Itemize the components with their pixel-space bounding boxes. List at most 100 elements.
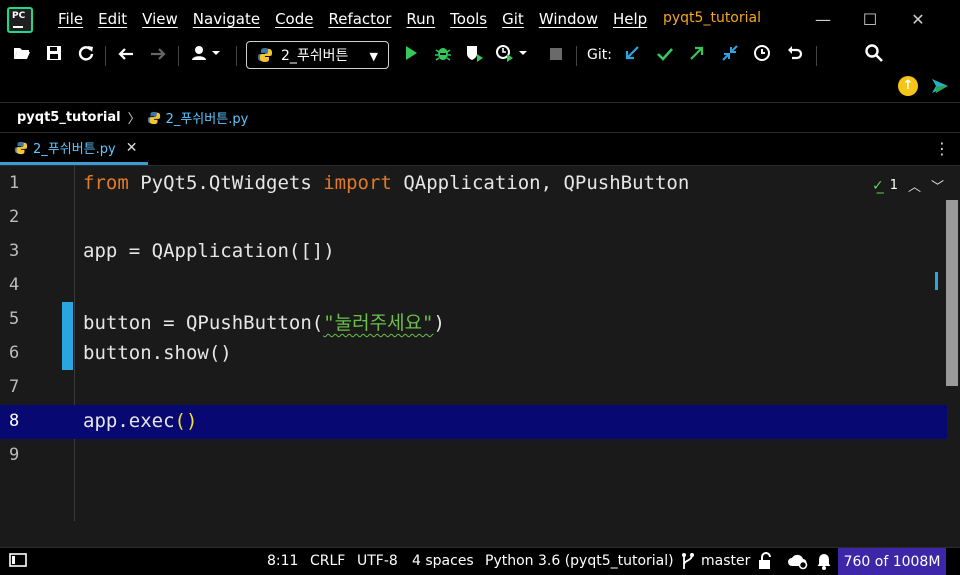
line-number: 1 bbox=[9, 173, 20, 193]
update-icon[interactable]: ↑ bbox=[898, 76, 918, 96]
line-ending[interactable]: CRLF bbox=[310, 553, 345, 569]
vcs-change-marker[interactable] bbox=[62, 302, 73, 370]
open-folder-icon[interactable] bbox=[10, 44, 34, 68]
keyword-from: from bbox=[83, 172, 129, 194]
spellcheck-icon: ✓̲ bbox=[872, 177, 884, 194]
chevron-up-icon[interactable]: ︿ bbox=[908, 176, 921, 195]
history-icon[interactable] bbox=[750, 44, 774, 68]
run-configuration-select[interactable]: 2_푸쉬버튼 ▼ bbox=[246, 41, 389, 69]
run-icon[interactable] bbox=[399, 44, 423, 68]
ai-assistant-icon[interactable] bbox=[930, 76, 950, 96]
inspection-count: 1 bbox=[889, 178, 899, 193]
user-icon[interactable] bbox=[188, 44, 224, 68]
python-interpreter[interactable]: Python 3.6 (pyqt5_tutorial) bbox=[485, 553, 674, 569]
chevron-down-icon[interactable]: ﹀ bbox=[931, 176, 944, 195]
menu-view[interactable]: View bbox=[142, 10, 178, 28]
memory-indicator[interactable]: 760 of 1008M bbox=[838, 548, 946, 575]
indent-setting[interactable]: 4 spaces bbox=[412, 553, 474, 569]
git-push-icon[interactable] bbox=[685, 44, 709, 68]
code-line[interactable]: 6 button.show() bbox=[0, 337, 947, 371]
menu-git[interactable]: Git bbox=[502, 10, 524, 28]
stop-icon bbox=[544, 44, 568, 68]
git-branch-icon bbox=[681, 552, 695, 574]
chevron-down-icon: ▼ bbox=[369, 50, 378, 63]
file-encoding[interactable]: UTF-8 bbox=[357, 553, 398, 569]
code-text: button.show() bbox=[83, 342, 232, 364]
line-number: 5 bbox=[9, 309, 20, 329]
search-icon[interactable] bbox=[862, 44, 886, 68]
title-bar: PC File Edit View Navigate Code Refactor… bbox=[0, 0, 960, 40]
project-title: pyqt5_tutorial bbox=[663, 10, 761, 26]
line-number: 8 bbox=[9, 411, 20, 431]
lock-icon[interactable] bbox=[758, 552, 774, 574]
code-line[interactable]: 7 bbox=[0, 371, 947, 405]
inspection-widget[interactable]: ✓̲ 1 ︿ ﹀ bbox=[872, 176, 944, 196]
git-compare-icon[interactable] bbox=[718, 44, 742, 68]
pycharm-logo-icon[interactable]: PC bbox=[7, 7, 33, 33]
forward-arrow-icon bbox=[146, 44, 170, 68]
code-line[interactable]: 4 bbox=[0, 269, 947, 303]
git-branch[interactable]: master bbox=[701, 553, 750, 569]
current-code-line[interactable]: 8 app.exec() bbox=[0, 405, 947, 439]
git-commit-icon[interactable] bbox=[653, 44, 677, 68]
debug-icon[interactable] bbox=[431, 44, 455, 68]
menu-help[interactable]: Help bbox=[613, 10, 647, 28]
code-line[interactable]: 2 bbox=[0, 201, 947, 235]
code-editor[interactable]: 1 from PyQt5.QtWidgets import QApplicati… bbox=[0, 165, 960, 547]
menu-window[interactable]: Window bbox=[539, 10, 598, 28]
chevron-right-icon: 〉 bbox=[127, 112, 141, 127]
profile-icon[interactable] bbox=[494, 44, 530, 68]
menu-run[interactable]: Run bbox=[406, 10, 435, 28]
code-line[interactable]: 5 button = QPushButton("눌러주세요") bbox=[0, 303, 947, 337]
python-file-icon bbox=[14, 141, 28, 154]
tab-pushbutton-file[interactable]: 2_푸쉬버튼.py ✕ bbox=[0, 133, 148, 165]
maximize-button[interactable]: ☐ bbox=[855, 8, 885, 32]
coverage-icon[interactable] bbox=[463, 44, 487, 68]
toolbar-secondary-row bbox=[0, 72, 960, 102]
close-icon[interactable]: ✕ bbox=[126, 140, 138, 156]
menu-file[interactable]: File bbox=[58, 10, 83, 28]
breadcrumb-file[interactable]: 2_푸쉬버튼.py bbox=[166, 108, 249, 127]
python-icon bbox=[258, 48, 272, 62]
tab-label: 2_푸쉬버튼.py bbox=[33, 142, 116, 157]
tool-windows-icon[interactable] bbox=[9, 552, 27, 572]
notifications-bell-icon[interactable] bbox=[817, 552, 831, 574]
keyword-import: import bbox=[323, 172, 392, 194]
matched-paren: () bbox=[174, 410, 198, 432]
line-number: 4 bbox=[9, 275, 20, 295]
code-line[interactable]: 1 from PyQt5.QtWidgets import QApplicati… bbox=[0, 167, 947, 201]
breadcrumb-project[interactable]: pyqt5_tutorial bbox=[17, 110, 121, 125]
more-vertical-icon[interactable]: ⋮ bbox=[934, 139, 950, 158]
sync-icon[interactable] bbox=[74, 44, 98, 68]
code-text: ) bbox=[433, 312, 445, 334]
code-text: app = QApplication([]) bbox=[83, 240, 335, 262]
run-config-label: 2_푸쉬버튼 bbox=[281, 48, 349, 64]
git-update-icon[interactable] bbox=[620, 44, 644, 68]
code-text: button = QPushButton( bbox=[83, 312, 324, 334]
python-file-icon bbox=[147, 111, 160, 124]
rollback-icon[interactable] bbox=[783, 44, 807, 68]
menu-edit[interactable]: Edit bbox=[98, 10, 127, 28]
line-number: 3 bbox=[9, 241, 20, 261]
code-text: PyQt5.QtWidgets bbox=[128, 172, 324, 194]
line-number: 9 bbox=[9, 445, 20, 465]
scrollbar-change-marker[interactable] bbox=[935, 272, 938, 290]
breadcrumb: pyqt5_tutorial 〉 2_푸쉬버튼.py bbox=[0, 102, 960, 132]
code-line[interactable]: 3 app = QApplication([]) bbox=[0, 235, 947, 269]
status-bar: 8:11 CRLF UTF-8 4 spaces Python 3.6 (pyq… bbox=[0, 547, 960, 575]
menu-navigate[interactable]: Navigate bbox=[193, 10, 260, 28]
menu-refactor[interactable]: Refactor bbox=[328, 10, 391, 28]
back-arrow-icon[interactable] bbox=[114, 44, 138, 68]
cloud-settings-icon[interactable] bbox=[787, 552, 809, 574]
line-number: 7 bbox=[9, 377, 20, 397]
code-line[interactable]: 9 bbox=[0, 439, 947, 473]
close-window-button[interactable]: ✕ bbox=[903, 8, 933, 32]
minimize-button[interactable]: — bbox=[808, 8, 838, 32]
line-number: 6 bbox=[9, 343, 20, 363]
menu-tools[interactable]: Tools bbox=[450, 10, 487, 28]
save-icon[interactable] bbox=[42, 44, 66, 68]
vertical-scrollbar[interactable] bbox=[946, 200, 958, 386]
caret-position[interactable]: 8:11 bbox=[267, 553, 298, 569]
code-text: app.exec bbox=[83, 410, 175, 432]
menu-code[interactable]: Code bbox=[275, 10, 313, 28]
